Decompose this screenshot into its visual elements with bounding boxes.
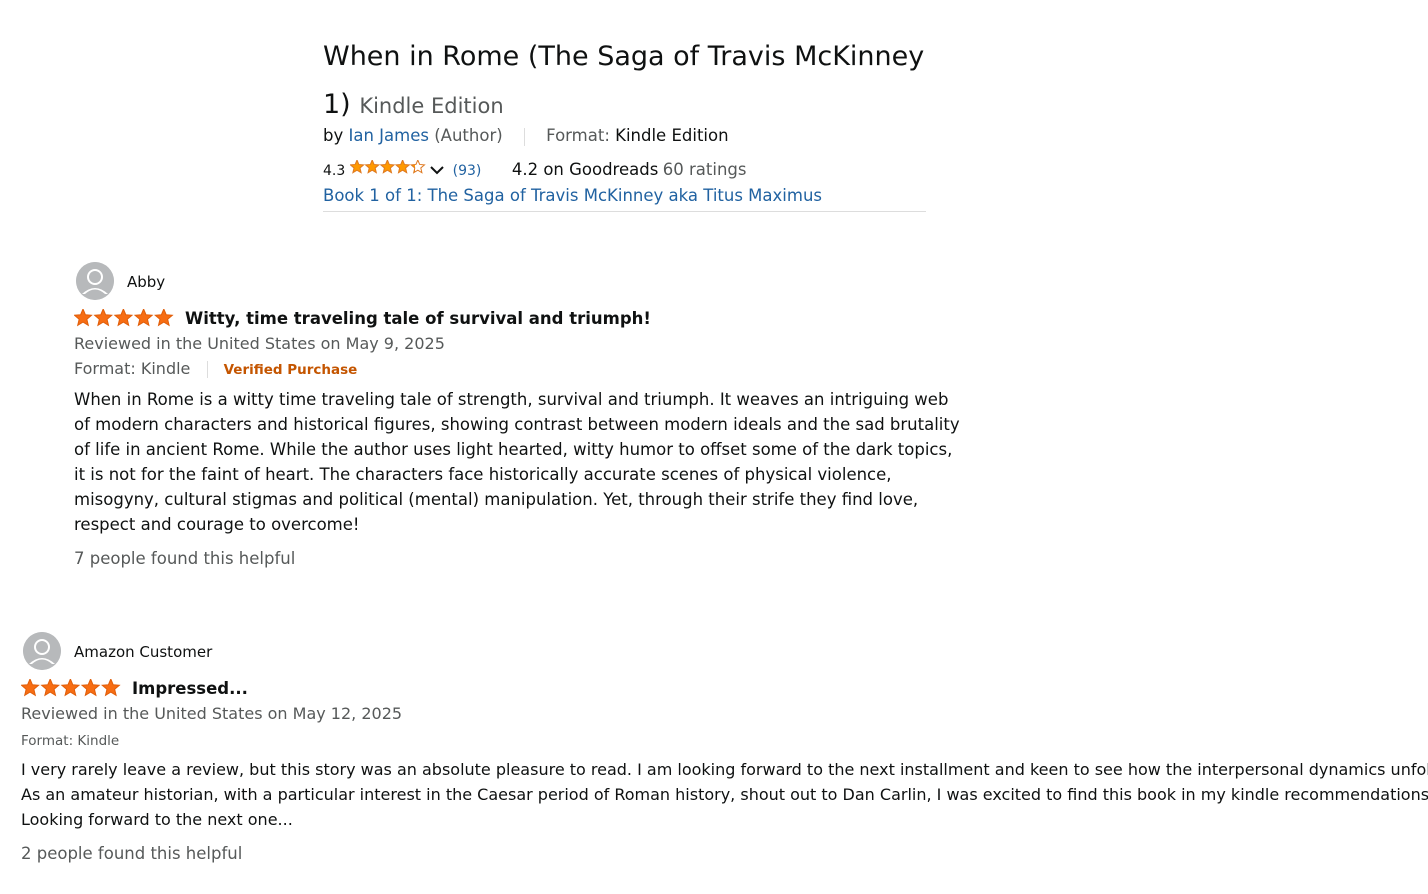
review-body: When in Rome is a witty time traveling t…	[74, 387, 960, 537]
review-body-line: Looking forward to the next one...	[21, 810, 293, 829]
edition-label: Kindle Edition	[359, 94, 504, 118]
star-icon	[348, 158, 365, 174]
goodreads-rating: 4.2 on Goodreads	[511, 160, 659, 179]
rating-stars-icon[interactable]	[348, 158, 426, 183]
review-body: I very rarely leave a review, but this s…	[21, 757, 1428, 832]
review-format-row: Format: Kindle	[21, 729, 119, 752]
review-card: Abby Witty, time traveling tale of survi…	[74, 262, 960, 582]
review-stars-icon[interactable]	[74, 309, 174, 329]
star-icon	[60, 679, 81, 697]
user-silhouette-icon	[76, 262, 114, 300]
review-title[interactable]: Witty, time traveling tale of survival a…	[185, 307, 651, 331]
review-body-line: of life in ancient Rome. While the autho…	[74, 440, 953, 459]
user-silhouette-icon	[23, 632, 61, 670]
format-value: Kindle Edition	[615, 126, 729, 145]
avatar	[23, 632, 61, 670]
format-label: Format:	[546, 126, 610, 145]
review-body-line: When in Rome is a witty time traveling t…	[74, 390, 949, 409]
review-stars-icon[interactable]	[21, 679, 121, 699]
reviewer-name[interactable]: Abby	[127, 272, 165, 292]
review-body-line: respect and courage to overcome!	[74, 515, 360, 534]
product-title-line2: 1)	[323, 89, 351, 120]
helpful-count: 2 people found this helpful	[21, 844, 243, 863]
review-body-line: of modern characters and historical figu…	[74, 415, 960, 434]
review-body-line: it is not for the faint of heart. The ch…	[74, 465, 892, 484]
review-format[interactable]: Format: Kindle	[74, 359, 190, 378]
star-icon	[40, 679, 60, 697]
star-icon	[154, 309, 174, 327]
rating-stars-svg	[348, 158, 426, 174]
product-title-continued: 1) Kindle Edition	[323, 88, 504, 123]
star-icon	[113, 309, 134, 327]
star-icon	[379, 158, 396, 174]
review-title-row: Impressed...	[21, 677, 721, 701]
rating-value: 4.3	[323, 163, 346, 179]
star-icon	[80, 679, 101, 697]
author-role: (Author)	[434, 126, 503, 145]
verified-purchase-badge: Verified Purchase	[223, 362, 358, 378]
review-title-row: Witty, time traveling tale of survival a…	[74, 307, 774, 331]
star-icon	[394, 158, 411, 174]
byline: by Ian James (Author) Format: Kindle Edi…	[323, 125, 729, 147]
product-title: When in Rome (The Saga of Travis McKinne…	[323, 40, 924, 74]
review-body-line: As an amateur historian, with a particul…	[21, 785, 1428, 804]
star-icon	[21, 679, 40, 697]
byline-divider	[523, 127, 525, 146]
series-link[interactable]: Book 1 of 1: The Saga of Travis McKinney…	[323, 185, 822, 207]
product-title-line1: When in Rome (The Saga of Travis McKinne…	[323, 41, 925, 72]
by-label: by	[323, 126, 344, 145]
star-icon	[409, 158, 426, 174]
review-body-line: I very rarely leave a review, but this s…	[21, 760, 1428, 779]
star-icon	[364, 158, 380, 174]
review-body-line: misogyny, cultural stigmas and political…	[74, 490, 919, 509]
avatar	[76, 262, 114, 300]
rating-count-link[interactable]: (93)	[453, 163, 482, 179]
rating-row: 4.3 (93) 4.2 on Goodreads 60 ratings	[323, 158, 747, 183]
review-title[interactable]: Impressed...	[132, 677, 248, 701]
product-header: When in Rome (The Saga of Travis McKinne…	[323, 38, 926, 212]
goodreads-count: 60 ratings	[662, 160, 747, 179]
review-date: Reviewed in the United States on May 12,…	[21, 704, 403, 723]
star-icon	[74, 309, 93, 327]
author-link[interactable]: Ian James	[349, 126, 429, 145]
format-divider	[207, 361, 209, 378]
star-icon	[133, 309, 154, 327]
review-format[interactable]: Format: Kindle	[21, 733, 119, 749]
reviewer-name[interactable]: Amazon Customer	[74, 642, 212, 662]
review-card: Amazon Customer Impressed... Reviewed in…	[21, 632, 1428, 872]
star-icon	[101, 679, 121, 697]
review-date: Reviewed in the United States on May 9, …	[74, 334, 445, 353]
review-format-row: Format: Kindle Verified Purchase	[74, 358, 357, 381]
chevron-down-icon[interactable]	[430, 160, 444, 182]
helpful-count: 7 people found this helpful	[74, 549, 296, 568]
star-icon	[93, 309, 113, 327]
